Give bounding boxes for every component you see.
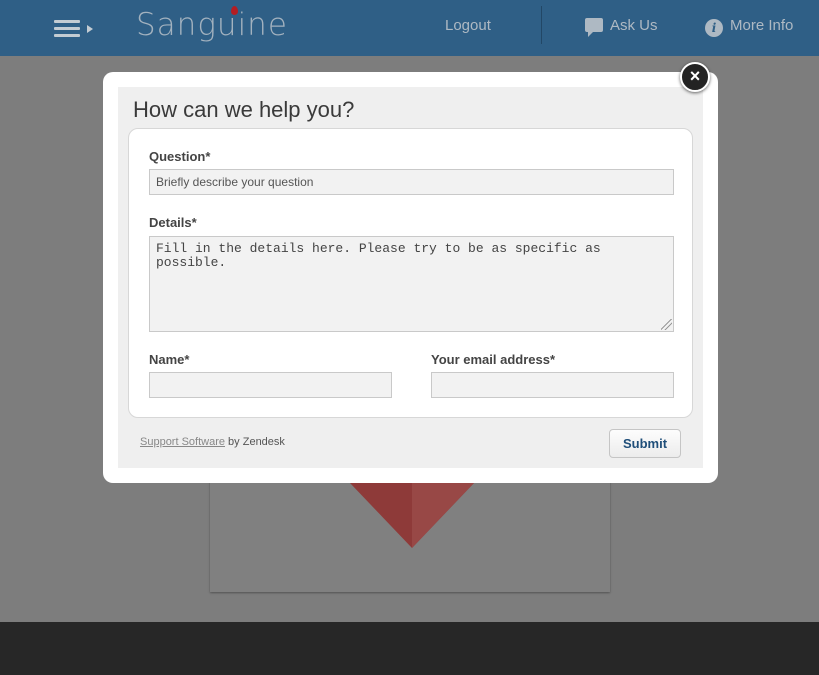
support-software-link[interactable]: Support Software: [140, 436, 225, 448]
name-label: Name*: [149, 352, 190, 367]
more-info-label: More Info: [730, 17, 794, 34]
ask-us-link[interactable]: Ask Us: [585, 16, 658, 37]
submit-button[interactable]: Submit: [609, 429, 681, 458]
more-info-link[interactable]: i More Info: [705, 16, 794, 37]
background-card-triangle-highlight: [412, 483, 474, 548]
menu-icon[interactable]: [52, 17, 96, 41]
powered-by-suffix: by Zendesk: [225, 436, 285, 448]
close-icon[interactable]: ×: [680, 62, 710, 92]
details-label: Details*: [149, 215, 197, 230]
email-label: Your email address*: [431, 352, 556, 367]
details-textarea[interactable]: Fill in the details here. Please try to …: [149, 236, 674, 332]
name-input[interactable]: [149, 372, 392, 398]
textarea-resize-handle[interactable]: [661, 319, 672, 330]
logout-link[interactable]: Logout: [445, 16, 491, 36]
nav-divider: [541, 6, 542, 44]
page-footer: [0, 622, 819, 675]
dialog-title: How can we help you?: [133, 97, 355, 122]
info-icon: i: [705, 19, 723, 37]
top-navigation-bar: Sanguine Logout Ask Us i More Info: [0, 0, 819, 56]
email-input[interactable]: [431, 372, 674, 398]
chat-bubble-icon: [585, 18, 603, 37]
logo-drop-icon: [231, 6, 238, 15]
app-logo[interactable]: Sanguine: [136, 3, 288, 47]
powered-by-text: Support Software by Zendesk: [140, 435, 285, 449]
ask-us-label: Ask Us: [610, 17, 658, 34]
question-label: Question*: [149, 149, 211, 164]
question-input[interactable]: Briefly describe your question: [149, 169, 674, 195]
